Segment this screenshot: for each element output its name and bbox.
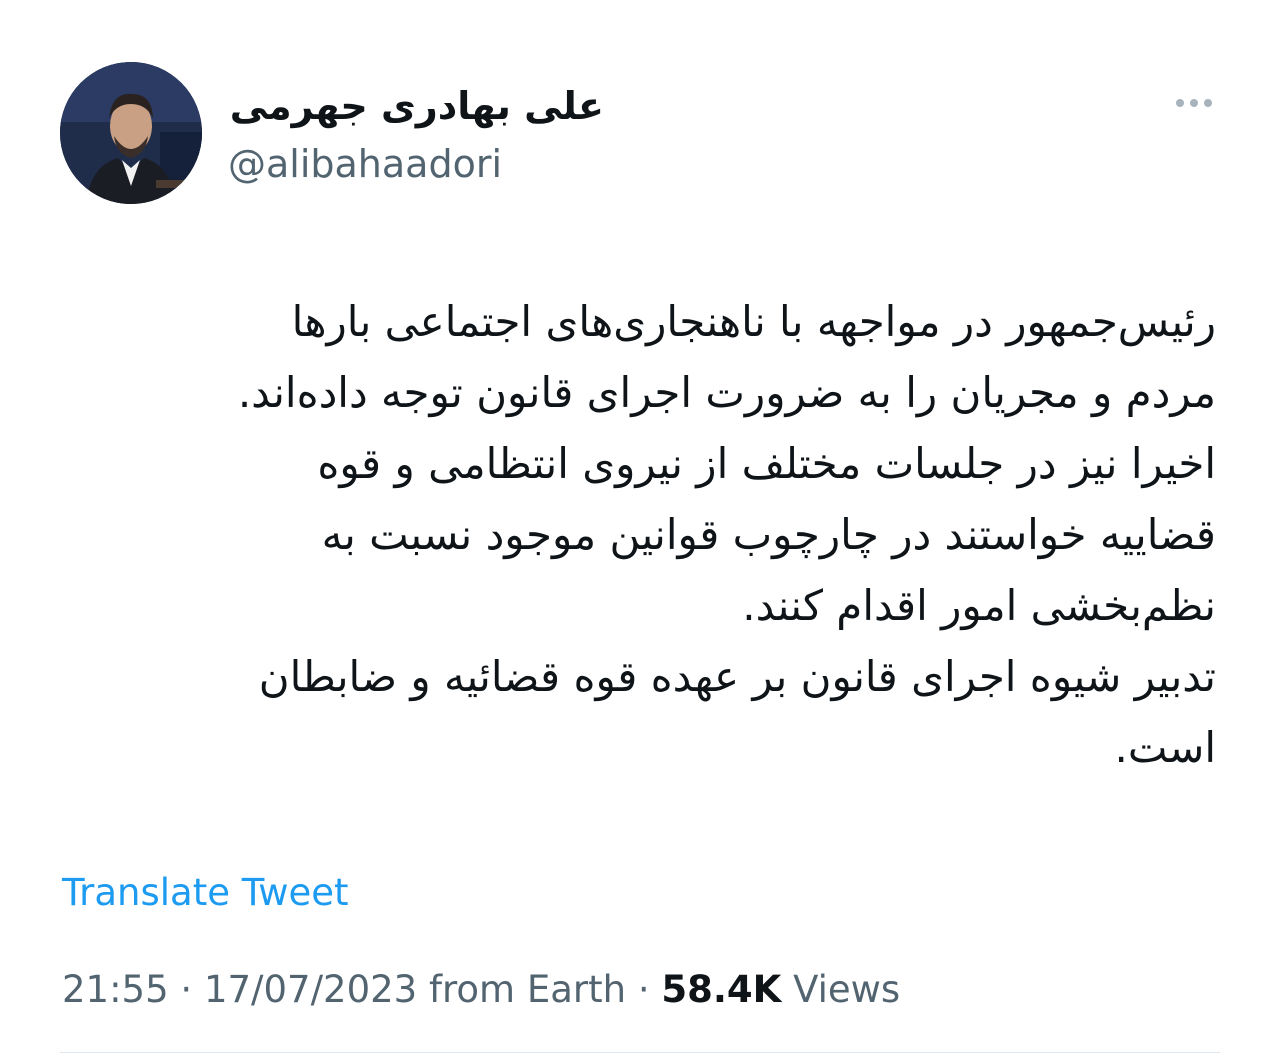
more-dot — [1204, 99, 1212, 107]
more-dot — [1190, 99, 1198, 107]
meta-separator: · — [180, 968, 193, 1011]
divider — [60, 1052, 1220, 1053]
tweet-text: رئیس‌جمهور در مواجهه با ناهنجاری‌های اجت… — [56, 286, 1216, 783]
tweet-text-line: اخیرا نیز در جلسات مختلف از نیروی انتظام… — [317, 439, 1216, 488]
tweet-text-line: تدبیر شیوه اجرای قانون بر عهده قوه قضائی… — [258, 652, 1216, 701]
more-dot — [1176, 99, 1184, 107]
tweet-text-line: است. — [1114, 723, 1216, 772]
tweet-text-line: نظم‌بخشی امور اقدام کنند. — [742, 581, 1216, 630]
more-options-icon[interactable] — [1168, 88, 1220, 118]
avatar[interactable] — [60, 62, 202, 204]
tweet-time[interactable]: 21:55 — [62, 968, 169, 1011]
tweet-text-line: قضاییه خواستند در چارچوب قوانین موجود نس… — [321, 510, 1216, 559]
tweet-text-line: رئیس‌جمهور در مواجهه با ناهنجاری‌های اجت… — [291, 297, 1216, 346]
author-handle[interactable]: @alibahaadori — [228, 140, 502, 188]
tweet-source: from Earth — [428, 968, 627, 1011]
tweet-meta: 21:55 · 17/07/2023 from Earth · 58.4K Vi… — [62, 964, 900, 1016]
author-display-name[interactable]: علی بهادری جهرمی — [230, 82, 604, 130]
tweet-date[interactable]: 17/07/2023 — [204, 968, 417, 1011]
translate-tweet-link[interactable]: Translate Tweet — [62, 868, 349, 918]
views-label: Views — [793, 968, 901, 1011]
meta-separator: · — [637, 968, 650, 1011]
tweet-text-line: مردم و مجریان را به ضرورت اجرای قانون تو… — [237, 368, 1216, 417]
views-count[interactable]: 58.4K — [661, 968, 781, 1011]
